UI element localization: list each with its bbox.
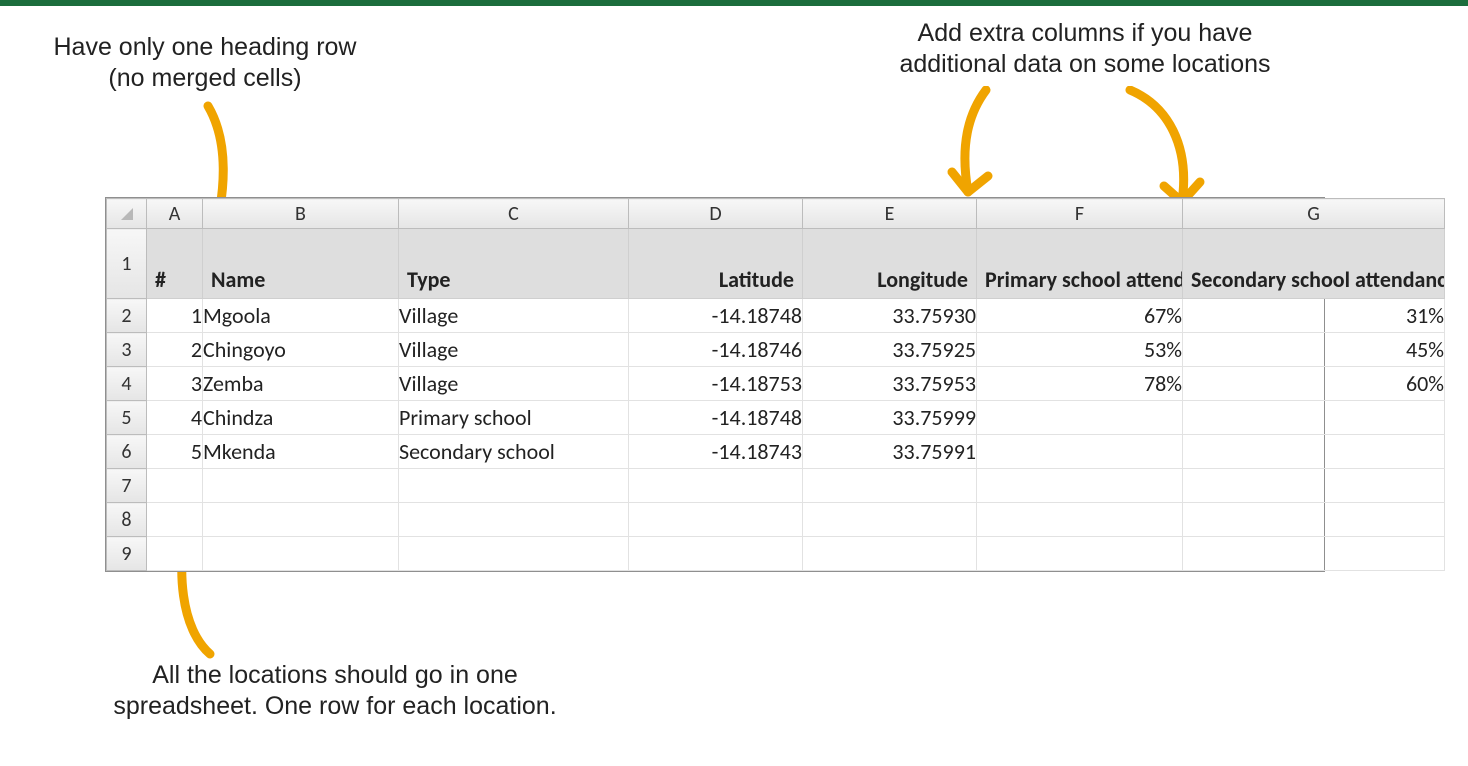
- spreadsheet-table[interactable]: A B C D E F G 1 # Name Type Latitude Lon…: [106, 198, 1445, 571]
- cell[interactable]: 33.75999: [803, 401, 977, 435]
- cell[interactable]: 1: [147, 299, 203, 333]
- table-row: 2 1 Mgoola Village -14.18748 33.75930 67…: [107, 299, 1445, 333]
- column-header-F[interactable]: F: [977, 199, 1183, 229]
- table-row: 6 5 Mkenda Secondary school -14.18743 33…: [107, 435, 1445, 469]
- cell[interactable]: [977, 469, 1183, 503]
- header-cell-longitude[interactable]: Longitude: [803, 229, 977, 299]
- cell[interactable]: 45%: [1183, 333, 1445, 367]
- cell[interactable]: [977, 537, 1183, 571]
- cell[interactable]: [977, 401, 1183, 435]
- cell[interactable]: Village: [399, 299, 629, 333]
- cell[interactable]: [1183, 401, 1445, 435]
- cell[interactable]: 33.75930: [803, 299, 977, 333]
- cell[interactable]: Village: [399, 367, 629, 401]
- cell[interactable]: [203, 537, 399, 571]
- column-header-B[interactable]: B: [203, 199, 399, 229]
- column-header-C[interactable]: C: [399, 199, 629, 229]
- cell[interactable]: [147, 469, 203, 503]
- cell[interactable]: 33.75953: [803, 367, 977, 401]
- table-row: 9: [107, 537, 1445, 571]
- column-letters-row: A B C D E F G: [107, 199, 1445, 229]
- cell[interactable]: -14.18753: [629, 367, 803, 401]
- cell[interactable]: [1183, 537, 1445, 571]
- header-cell-latitude[interactable]: Latitude: [629, 229, 803, 299]
- cell[interactable]: 33.75991: [803, 435, 977, 469]
- cell[interactable]: 60%: [1183, 367, 1445, 401]
- arrow-icon: [938, 86, 1008, 206]
- table-row: 8: [107, 503, 1445, 537]
- cell[interactable]: Village: [399, 333, 629, 367]
- cell[interactable]: [147, 503, 203, 537]
- row-header-3[interactable]: 3: [107, 333, 147, 367]
- cell[interactable]: [1183, 469, 1445, 503]
- row-header-5[interactable]: 5: [107, 401, 147, 435]
- header-cell-primary[interactable]: Primary school attendance: [977, 229, 1183, 299]
- cell[interactable]: -14.18748: [629, 401, 803, 435]
- cell[interactable]: [399, 469, 629, 503]
- cell[interactable]: 3: [147, 367, 203, 401]
- row-header-1[interactable]: 1: [107, 229, 147, 299]
- cell[interactable]: [803, 537, 977, 571]
- annotation-one-spreadsheet: All the locations should go in one sprea…: [90, 660, 580, 721]
- row-header-8[interactable]: 8: [107, 503, 147, 537]
- row-header-7[interactable]: 7: [107, 469, 147, 503]
- cell[interactable]: [399, 537, 629, 571]
- cell[interactable]: Chindza: [203, 401, 399, 435]
- header-cell-name[interactable]: Name: [203, 229, 399, 299]
- spreadsheet: A B C D E F G 1 # Name Type Latitude Lon…: [105, 197, 1325, 572]
- cell[interactable]: 31%: [1183, 299, 1445, 333]
- column-header-E[interactable]: E: [803, 199, 977, 229]
- cell[interactable]: Mgoola: [203, 299, 399, 333]
- row-header-9[interactable]: 9: [107, 537, 147, 571]
- row-header-4[interactable]: 4: [107, 367, 147, 401]
- cell[interactable]: Primary school: [399, 401, 629, 435]
- table-row: 5 4 Chindza Primary school -14.18748 33.…: [107, 401, 1445, 435]
- cell[interactable]: 78%: [977, 367, 1183, 401]
- header-cell-type[interactable]: Type: [399, 229, 629, 299]
- header-cell-number[interactable]: #: [147, 229, 203, 299]
- cell[interactable]: 67%: [977, 299, 1183, 333]
- annotation-heading-row: Have only one heading row (no merged cel…: [25, 32, 385, 93]
- top-accent-bar: [0, 0, 1468, 6]
- cell[interactable]: -14.18743: [629, 435, 803, 469]
- cell[interactable]: 33.75925: [803, 333, 977, 367]
- row-header-6[interactable]: 6: [107, 435, 147, 469]
- row-header-2[interactable]: 2: [107, 299, 147, 333]
- cell[interactable]: [629, 537, 803, 571]
- cell[interactable]: [203, 503, 399, 537]
- select-all-corner[interactable]: [107, 199, 147, 229]
- cell[interactable]: Zemba: [203, 367, 399, 401]
- table-row: 7: [107, 469, 1445, 503]
- cell[interactable]: [977, 503, 1183, 537]
- cell[interactable]: Mkenda: [203, 435, 399, 469]
- cell[interactable]: 53%: [977, 333, 1183, 367]
- column-header-D[interactable]: D: [629, 199, 803, 229]
- cell[interactable]: 2: [147, 333, 203, 367]
- table-row: 3 2 Chingoyo Village -14.18746 33.75925 …: [107, 333, 1445, 367]
- cell[interactable]: [803, 469, 977, 503]
- cell[interactable]: Chingoyo: [203, 333, 399, 367]
- column-header-A[interactable]: A: [147, 199, 203, 229]
- cell[interactable]: [147, 537, 203, 571]
- cell[interactable]: [803, 503, 977, 537]
- column-header-G[interactable]: G: [1183, 199, 1445, 229]
- cell[interactable]: [1183, 435, 1445, 469]
- cell[interactable]: [629, 469, 803, 503]
- table-row: 4 3 Zemba Village -14.18753 33.75953 78%…: [107, 367, 1445, 401]
- cell[interactable]: -14.18746: [629, 333, 803, 367]
- cell[interactable]: [977, 435, 1183, 469]
- cell[interactable]: -14.18748: [629, 299, 803, 333]
- cell[interactable]: [399, 503, 629, 537]
- select-all-triangle-icon: [119, 206, 135, 222]
- header-cell-secondary[interactable]: Secondary school attendance: [1183, 229, 1445, 299]
- heading-row: 1 # Name Type Latitude Longitude Primary…: [107, 229, 1445, 299]
- cell[interactable]: 4: [147, 401, 203, 435]
- annotation-extra-columns: Add extra columns if you have additional…: [870, 18, 1300, 79]
- cell[interactable]: [203, 469, 399, 503]
- cell[interactable]: 5: [147, 435, 203, 469]
- cell[interactable]: [629, 503, 803, 537]
- cell[interactable]: Secondary school: [399, 435, 629, 469]
